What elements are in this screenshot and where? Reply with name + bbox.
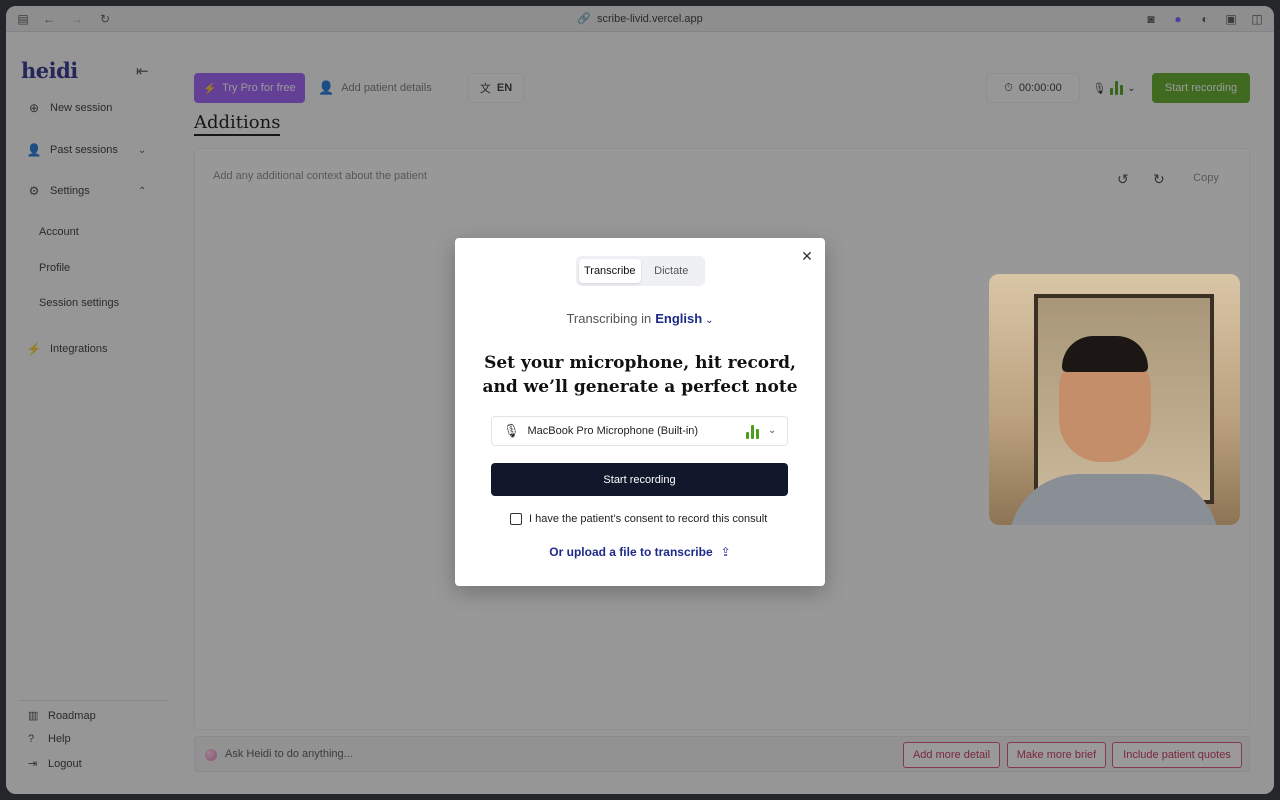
- microphone-icon: 🎙: [503, 423, 520, 438]
- transcription-language: Transcribing in English ⌄: [455, 311, 825, 326]
- upload-label: Or upload a file to transcribe: [549, 545, 713, 559]
- transcribing-in-label: Transcribing in: [566, 311, 652, 326]
- consent-checkbox[interactable]: [510, 513, 522, 525]
- mic-level-icon: [746, 425, 759, 439]
- tab-transcribe[interactable]: Transcribe: [579, 259, 641, 283]
- webcam-video-overlay[interactable]: [989, 274, 1240, 525]
- consent-checkbox-row[interactable]: I have the patient’s consent to record t…: [510, 513, 767, 525]
- modal-headline: Set your microphone, hit record, and we’…: [482, 353, 798, 397]
- microphone-device-select[interactable]: 🎙 MacBook Pro Microphone (Built-in) ⌄: [491, 416, 788, 446]
- mode-toggle: Transcribe Dictate: [576, 256, 705, 286]
- language-dropdown[interactable]: English: [655, 311, 702, 326]
- upload-file-link[interactable]: Or upload a file to transcribe ⇪: [455, 545, 825, 559]
- microphone-name: MacBook Pro Microphone (Built-in): [527, 425, 699, 437]
- consent-label: I have the patient’s consent to record t…: [529, 513, 768, 525]
- tab-dictate[interactable]: Dictate: [641, 259, 703, 283]
- upload-icon: ⇪: [720, 545, 731, 559]
- start-recording-button[interactable]: Start recording: [491, 463, 788, 496]
- chevron-down-icon[interactable]: ⌄: [705, 315, 713, 326]
- close-icon[interactable]: ✕: [799, 248, 815, 264]
- recording-modal: Transcribe Dictate ✕ Transcribing in Engl…: [455, 238, 825, 586]
- webcam-person-hair: [1062, 336, 1148, 372]
- chevron-down-icon: ⌄: [768, 425, 777, 436]
